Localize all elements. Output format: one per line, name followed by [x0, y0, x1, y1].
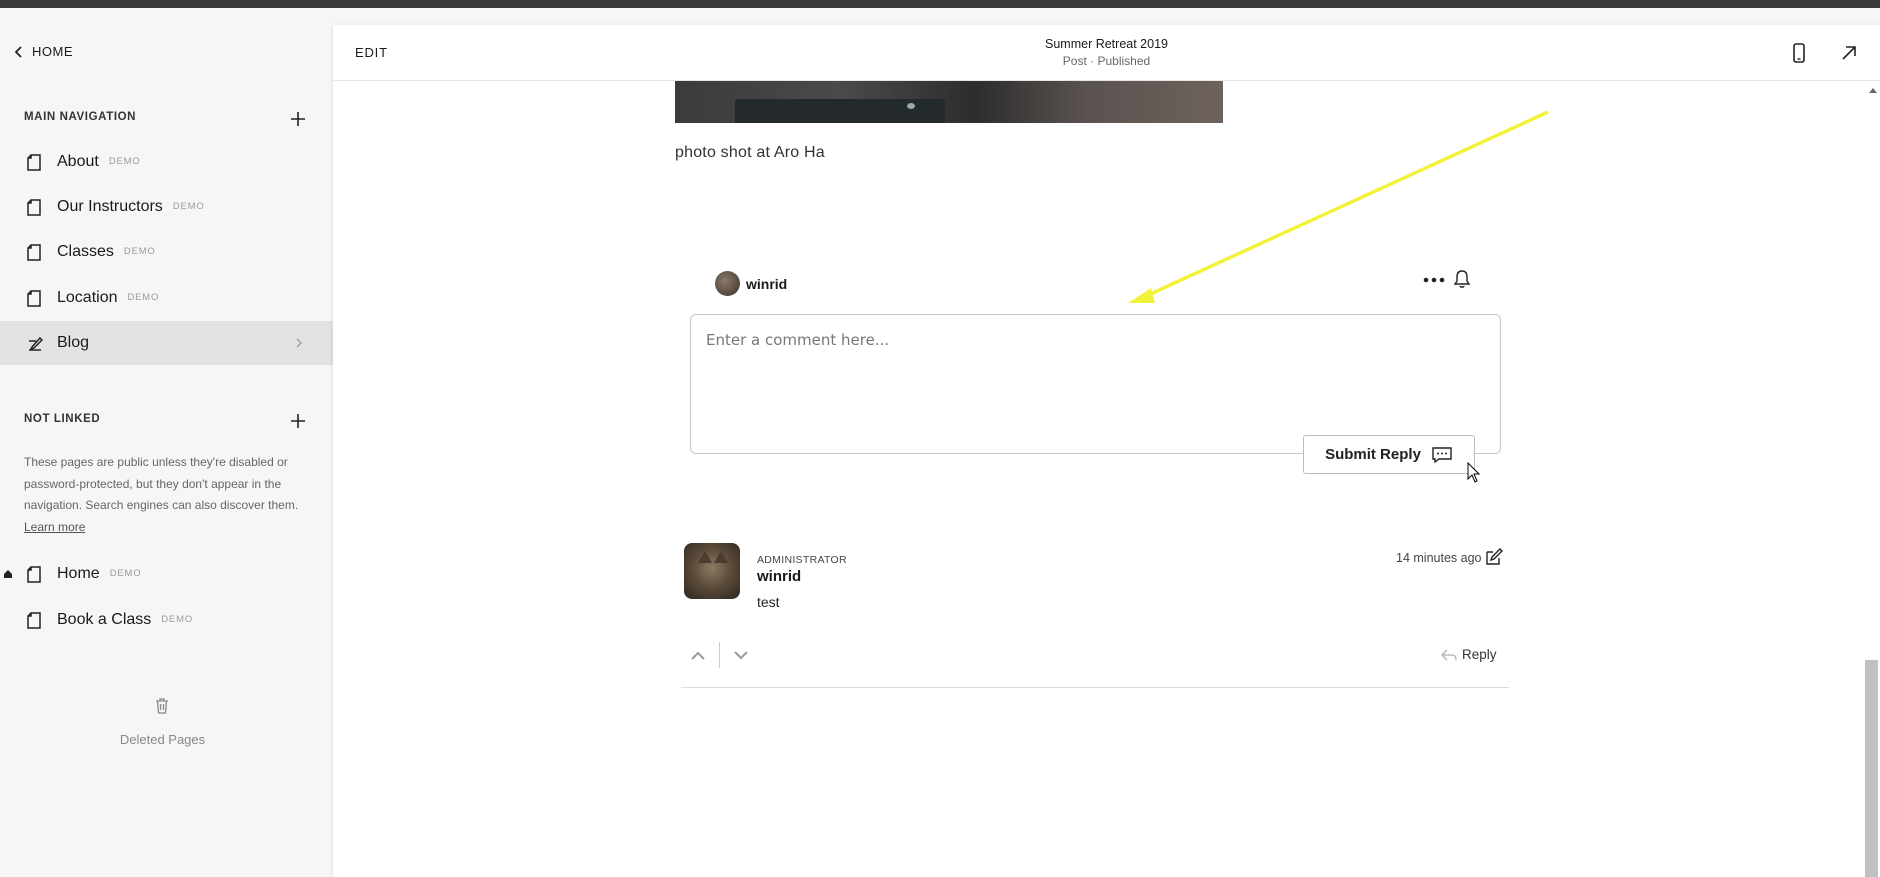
nav-item-classes[interactable]: Classes DEMO — [0, 230, 333, 274]
learn-more-link[interactable]: Learn more — [24, 520, 85, 534]
page-status: Post · Published — [1062, 54, 1151, 68]
nav-item-label: Classes — [57, 243, 114, 260]
nav-item-home[interactable]: Home DEMO — [0, 552, 333, 596]
bell-notification-icon[interactable] — [1453, 269, 1471, 289]
demo-badge: DEMO — [172, 201, 205, 212]
editor-main: EDIT Summer Retreat 2019 Post · Publishe… — [333, 25, 1880, 877]
demo-badge: DEMO — [127, 292, 160, 303]
edit-bar: EDIT Summer Retreat 2019 Post · Publishe… — [333, 25, 1880, 81]
trash-icon[interactable] — [154, 697, 170, 715]
vote-divider — [719, 642, 720, 668]
page-icon — [27, 611, 41, 629]
comment-avatar — [684, 543, 740, 599]
nav-item-book-a-class[interactable]: Book a Class DEMO — [0, 598, 333, 642]
nav-item-blog[interactable]: Blog — [0, 321, 333, 365]
nav-item-location[interactable]: Location DEMO — [0, 276, 333, 320]
mouse-cursor-icon — [1467, 462, 1481, 483]
comment-input-box[interactable] — [690, 314, 1501, 454]
avatar — [715, 271, 740, 296]
top-bar — [0, 0, 1880, 8]
nav-item-label: Book a Class — [57, 611, 152, 628]
page-icon — [27, 243, 41, 261]
demo-badge: DEMO — [161, 614, 193, 625]
scroll-up-arrow-icon[interactable] — [1869, 88, 1877, 93]
demo-badge: DEMO — [123, 246, 156, 257]
comment-role-badge: ADMINISTRATOR — [757, 554, 847, 566]
deleted-pages-link[interactable]: Deleted Pages — [0, 732, 325, 747]
reply-link[interactable]: Reply — [1441, 647, 1497, 662]
sidebar: HOME MAIN NAVIGATION About DEMO Our Instr… — [0, 8, 333, 877]
mobile-preview-icon[interactable] — [1792, 43, 1806, 63]
add-main-nav-page-button[interactable] — [288, 109, 308, 129]
not-linked-description: These pages are public unless they're di… — [24, 452, 314, 538]
comment-author: winrid — [757, 568, 802, 585]
blog-edit-icon — [29, 336, 43, 351]
add-not-linked-page-button[interactable] — [288, 411, 308, 431]
page-icon — [27, 289, 41, 307]
comment-input[interactable] — [691, 315, 1500, 453]
page-icon — [27, 565, 41, 583]
comment-author-header: winrid — [715, 271, 787, 296]
nav-item-label: About — [57, 153, 99, 170]
exit-editor-icon[interactable] — [1841, 45, 1857, 61]
nav-item-label: Our Instructors — [57, 198, 163, 215]
reply-arrow-icon — [1441, 648, 1457, 661]
chat-bubble-icon — [1432, 446, 1452, 463]
more-options-icon[interactable] — [1423, 277, 1445, 283]
comment-body: test — [757, 594, 780, 610]
upvote-icon[interactable] — [689, 649, 707, 661]
submit-reply-label: Submit Reply — [1325, 446, 1421, 463]
chevron-left-icon — [14, 45, 22, 58]
main-navigation-title: MAIN NAVIGATION — [24, 111, 137, 123]
page-icon — [27, 153, 41, 171]
edit-comment-icon[interactable] — [1485, 548, 1503, 566]
nav-item-about[interactable]: About DEMO — [0, 140, 333, 184]
homepage-icon — [4, 570, 12, 578]
photo-caption: photo shot at Aro Ha — [675, 144, 825, 161]
commenter-username: winrid — [746, 275, 788, 292]
page-title: Summer Retreat 2019 — [1045, 37, 1168, 51]
nav-item-our-instructors[interactable]: Our Instructors DEMO — [0, 185, 333, 229]
submit-reply-button[interactable]: Submit Reply — [1303, 435, 1475, 474]
chevron-right-icon — [296, 338, 302, 348]
demo-badge: DEMO — [109, 568, 142, 579]
page-icon — [27, 198, 41, 216]
comment-divider — [681, 687, 1509, 688]
not-linked-title: NOT LINKED — [24, 413, 101, 425]
comment-timestamp: 14 minutes ago — [1396, 551, 1482, 565]
scrollbar-thumb[interactable] — [1865, 660, 1878, 877]
demo-badge: DEMO — [108, 156, 141, 167]
downvote-icon[interactable] — [732, 649, 750, 661]
reply-label: Reply — [1462, 647, 1497, 662]
not-linked-desc-text: These pages are public unless they're di… — [24, 455, 299, 512]
nav-item-label: Home — [57, 565, 100, 582]
home-link-label: HOME — [32, 44, 73, 59]
nav-item-label: Blog — [57, 334, 90, 351]
nav-item-label: Location — [57, 289, 118, 306]
home-back-link[interactable]: HOME — [12, 44, 73, 59]
post-photo — [675, 81, 1223, 123]
